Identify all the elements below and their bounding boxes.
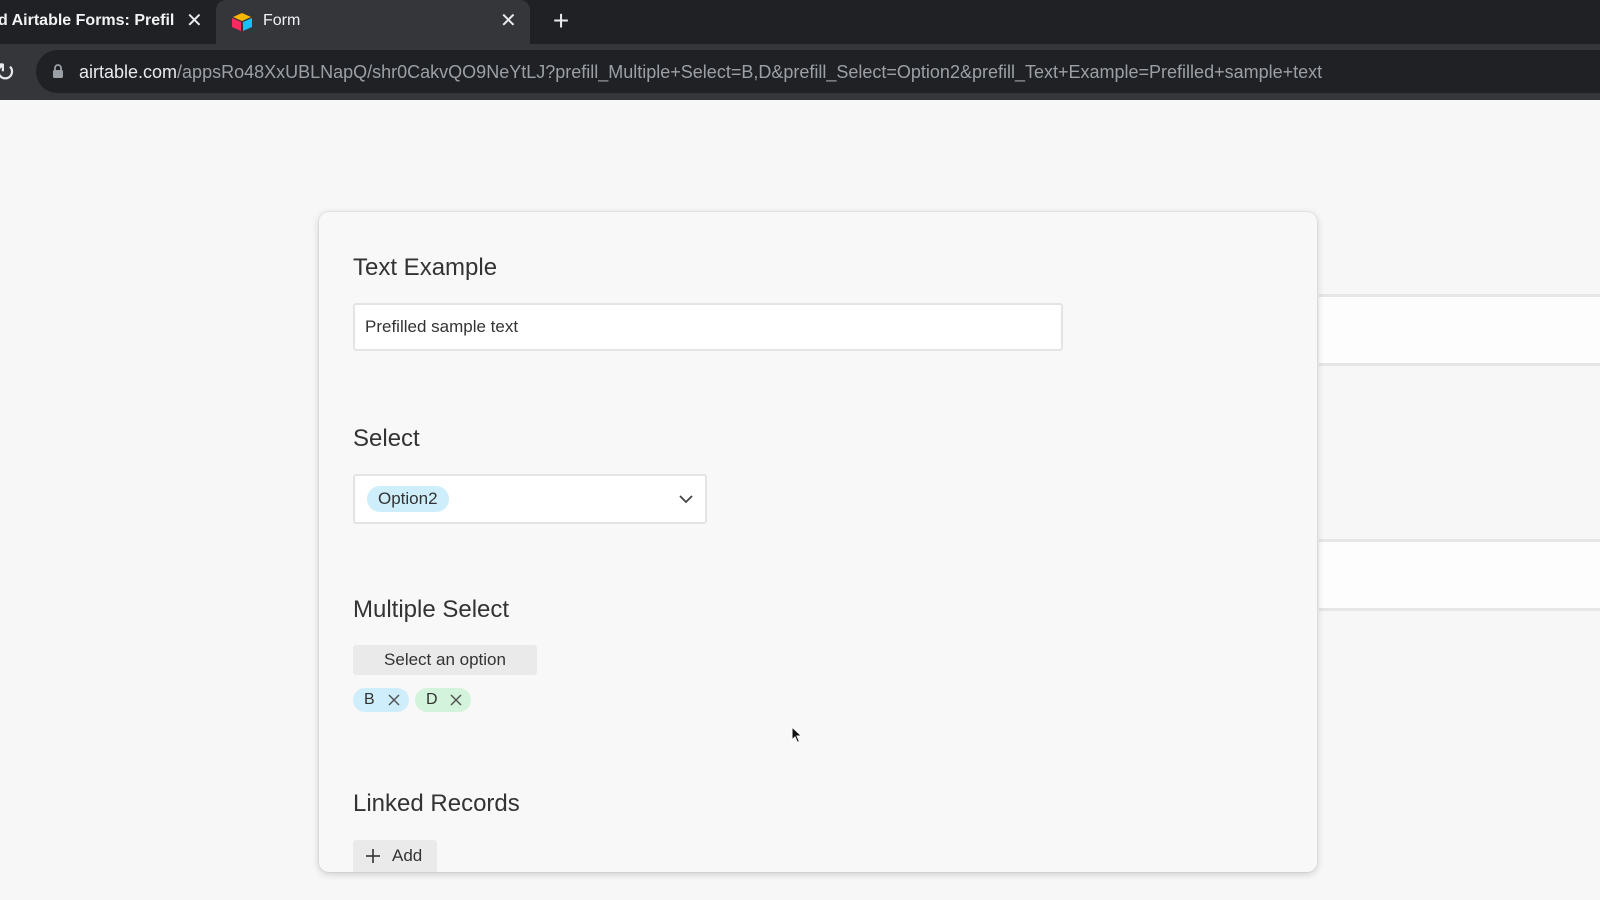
multiple-select-label: Multiple Select — [353, 596, 510, 623]
form-card: Text Example Select Option2 Multiple Sel… — [319, 212, 1317, 872]
close-icon[interactable]: ✕ — [500, 10, 517, 32]
browser-toolbar: ↻ airtable.com/appsRo48XxUBLNapQ/shr0Cak… — [0, 44, 1600, 100]
reload-icon[interactable]: ↻ — [0, 57, 20, 87]
chevron-down-icon — [679, 495, 693, 504]
browser-tab-form[interactable]: Form ✕ — [216, 0, 530, 44]
plus-icon — [366, 849, 380, 863]
select-label: Select — [353, 425, 420, 452]
close-icon[interactable]: ✕ — [186, 10, 203, 32]
tab-title: d Airtable Forms: Prefill — [0, 12, 174, 29]
url-path: /appsRo48XxUBLNapQ/shr0CakvQO9NeYtLJ?pre… — [177, 62, 1323, 82]
tab-title: Form — [263, 12, 301, 29]
close-icon[interactable] — [387, 693, 401, 707]
background-row — [1319, 539, 1600, 611]
tag-label: D — [426, 691, 438, 708]
mouse-cursor-icon — [791, 726, 803, 744]
linked-records-label: Linked Records — [353, 790, 520, 817]
address-bar[interactable]: airtable.com/appsRo48XxUBLNapQ/shr0CakvQ… — [36, 50, 1600, 93]
browser-tab-prefill[interactable]: d Airtable Forms: Prefill ✕ — [0, 0, 216, 44]
close-icon[interactable] — [449, 693, 463, 707]
select-an-option-button[interactable]: Select an option — [353, 645, 537, 675]
selected-option-pill: Option2 — [367, 486, 449, 512]
multi-select-tag-b: B — [353, 688, 409, 712]
browser-tab-strip: d Airtable Forms: Prefill ✕ Form ✕ + — [0, 0, 1600, 44]
text-example-label: Text Example — [353, 254, 498, 281]
select-dropdown[interactable]: Option2 — [353, 474, 707, 524]
tag-label: B — [364, 691, 375, 708]
url-host: airtable.com — [79, 62, 178, 82]
url-text: airtable.com/appsRo48XxUBLNapQ/shr0CakvQ… — [79, 62, 1322, 83]
add-label: Add — [392, 846, 423, 865]
multi-select-tag-d: D — [415, 688, 471, 712]
lock-icon[interactable] — [52, 63, 64, 79]
text-example-input[interactable] — [353, 303, 1063, 351]
airtable-logo-icon — [232, 13, 252, 31]
background-row — [1319, 294, 1600, 366]
add-linked-record-button[interactable]: Add — [353, 840, 437, 872]
plus-icon[interactable]: + — [547, 6, 575, 36]
